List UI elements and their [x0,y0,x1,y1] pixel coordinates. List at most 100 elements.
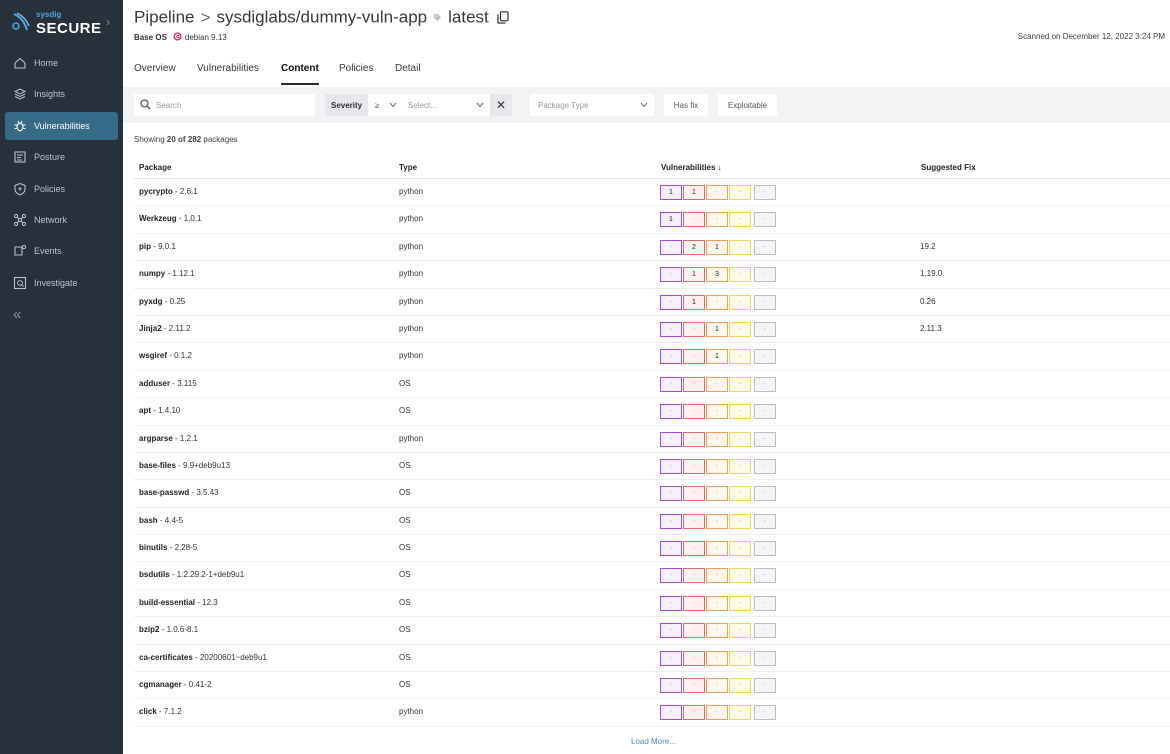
column-package[interactable]: Package [139,163,171,172]
tab-vulnerabilities[interactable]: Vulnerabilities [197,63,259,85]
severity-select[interactable]: Select... [404,94,490,116]
table-row[interactable]: Jinja2 - 2.11.2 python - -1- -2.11.3 [134,316,1170,344]
table-row[interactable]: build-essential - 12.3 OS - - - - - [134,590,1170,618]
vuln-count-critical: - [660,595,682,611]
package-name: click [139,707,157,717]
vuln-count-negligible: - [754,349,776,365]
vuln-count-low: - [729,486,751,502]
table-row[interactable]: pip - 9.0.1 python -2 1- -19.2 [134,234,1170,262]
table-row[interactable]: ca-certificates - 20200601~deb9u1 OS - - - - - [134,645,1170,673]
sysdig-logo-icon [12,12,30,31]
sidebar-item-network[interactable]: Network [5,206,118,234]
vuln-count-medium: 1 [706,239,728,255]
package-cell: pycrypto - 2.6.1 [139,187,198,196]
sidebar-item-label: Events [34,246,62,257]
package-name: numpy [139,269,166,279]
breadcrumb-pipeline[interactable]: Pipeline [134,8,195,27]
sidebar-item-policies[interactable]: Policies [5,175,118,203]
vuln-count-negligible: - [754,705,776,721]
sidebar-item-investigate[interactable]: Investigate [5,269,118,297]
package-type: OS [399,570,411,580]
table-row[interactable]: bzip2 - 1.0.6-8.1 OS - - - - - [134,617,1170,645]
vulnerability-bar: --1-- [660,349,777,365]
package-version: - 1.0.1 [176,214,202,224]
table-row[interactable]: Werkzeug - 1.0.1 python 1- - - - [134,206,1170,234]
package-name: bash [139,515,158,525]
vuln-count-low: - [729,239,751,255]
vuln-count-critical: - [660,486,682,502]
sidebar-item-vulnerabilities[interactable]: Vulnerabilities [5,111,118,140]
tab-policies[interactable]: Policies [339,63,373,85]
table-row[interactable]: wsgiref - 0.1.2 python - -1- - [134,343,1170,371]
vuln-count-high: - [683,513,705,529]
tab-overview[interactable]: Overview [134,63,176,85]
column-type[interactable]: Type [399,163,417,172]
vuln-count-low: - [729,185,751,200]
table-row[interactable]: argparse - 1.2.1 python - - - - - [134,426,1170,453]
load-more-link[interactable]: Load More... [631,737,676,746]
brand[interactable]: sysdig SECURE › [0,0,123,46]
package-version: - 0.25 [162,296,186,306]
copy-icon[interactable] [497,11,509,24]
search-placeholder: Search [156,101,182,110]
package-name: Jinja2 [139,323,162,333]
vuln-count-negligible: - [754,212,776,228]
vuln-count-medium: 1 [706,321,728,337]
table-row[interactable]: pyxdg - 0.25 python -1- - -0.26 [134,289,1170,316]
table-row[interactable]: bsdutils - 1:2.29.2-1+deb9u1 OS - - - - - [134,562,1170,590]
chevron-right-icon[interactable]: › [106,15,110,29]
table-row[interactable]: cgmanager - 0.41-2 OS - - - - - [134,672,1170,700]
vuln-count-low: - [729,595,751,611]
vuln-count-high: - [683,376,705,392]
vuln-count-low: - [729,541,751,557]
sidebar-item-events[interactable]: Events [5,237,118,265]
vulnerability-bar: ----- [660,486,777,502]
vulnerability-bar: ----- [660,404,777,420]
has-fix-button[interactable]: Has fix [664,94,708,116]
table-row[interactable]: base-files - 9.9+deb9u13 OS - - - - - [134,453,1170,481]
table-row[interactable]: adduser - 3.115 OS - - - - - [134,371,1170,399]
vuln-count-high: 2 [683,239,705,255]
table-row[interactable]: binutils - 2.28-5 OS - - - - - [134,535,1170,563]
search-input[interactable]: Search [134,94,315,116]
chevron-down-icon [389,102,397,108]
table-row[interactable]: base-passwd - 3.5.43 OS - - - - - [134,480,1170,508]
table-row[interactable]: numpy - 1.12.1 python -1 3- -1.19.0 [134,261,1170,289]
package-cell: Jinja2 - 2.11.2 [139,324,190,333]
vuln-count-low: - [729,705,751,721]
vuln-count-medium: - [706,185,728,200]
package-version: - 4.4-5 [157,515,184,525]
table-header: Package Type Vulnerabilities ↓ Suggested… [134,157,1170,179]
vulnerability-bar: ----- [660,458,777,474]
vuln-count-medium: - [706,486,728,502]
table-row[interactable]: pycrypto - 2.6.1 python 1 1- - - [134,179,1170,207]
tab-detail[interactable]: Detail [395,63,421,85]
brand-small: sysdig [36,10,62,19]
sidebar-item-home[interactable]: Home [5,49,118,77]
sidebar-item-insights[interactable]: Insights [5,80,118,108]
tab-content[interactable]: Content [281,63,319,85]
severity-operator-select[interactable]: ≥ [368,94,404,116]
package-type: OS [399,543,411,553]
exploitable-button[interactable]: Exploitable [718,94,777,116]
sidebar-item-posture[interactable]: Posture [5,143,118,171]
package-type-select[interactable]: Package Type [530,94,654,116]
table-row[interactable]: bash - 4.4-5 OS - - - - - [134,508,1170,536]
severity-label: Severity [325,94,369,116]
vuln-count-high: 1 [683,294,705,310]
vuln-count-high: - [683,595,705,611]
collapse-sidebar-icon[interactable]: « [13,306,21,323]
package-version: - 1.12.1 [165,269,195,279]
showing-suffix: packages [201,135,238,144]
package-name: pycrypto [139,187,173,196]
table-row[interactable]: click - 7.1.2 python - - - - - [134,699,1170,727]
vuln-count-medium: - [706,595,728,611]
column-vulnerabilities[interactable]: Vulnerabilities ↓ [661,163,722,172]
vuln-count-critical: - [660,431,682,447]
column-suggested-fix[interactable]: Suggested Fix [921,163,976,172]
table-row[interactable]: apt - 1.4.10 OS - - - - - [134,398,1170,426]
vuln-count-medium: - [706,458,728,474]
severity-operator: ≥ [375,101,380,110]
vuln-count-critical: - [660,678,682,694]
clear-severity-button[interactable]: ✕ [490,94,512,116]
